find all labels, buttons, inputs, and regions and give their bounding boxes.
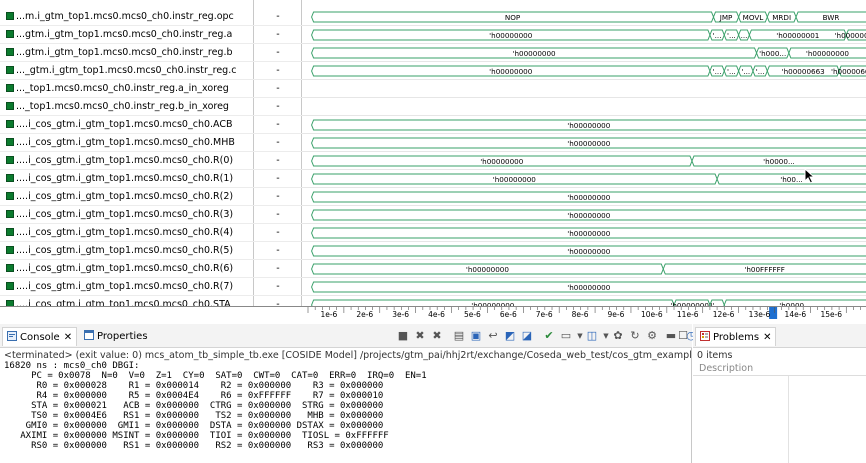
open-console-icon[interactable]: ◫ (585, 329, 599, 343)
wave-segment-label: 'h00... (780, 175, 803, 184)
wave-segment-label: '... (727, 67, 736, 76)
wave-segment-label: 'h00000000 (489, 31, 533, 40)
ruler-tick-label: 11e-6 (677, 310, 699, 319)
console-line: AXIMI = 0x000000 MSINT = 0x000000 TIOI =… (4, 431, 389, 441)
wave-segment-label: 'h00000000 (567, 139, 611, 148)
close-icon[interactable]: ✕ (64, 332, 72, 343)
wave-segment-label: 'h00FFFFFF (744, 265, 784, 274)
ruler-tick-label: 7e-6 (536, 310, 553, 319)
wave-segment-label: 'h00000000 (513, 49, 557, 58)
word-wrap-icon[interactable]: ↩ (486, 329, 500, 343)
problems-icon (700, 331, 710, 341)
tab-console-label: Console (20, 332, 60, 343)
remove-all-icon[interactable]: ✖ (430, 329, 444, 343)
console-panel: Console ✕ Properties ■ ✖ ✖ ▤ ▣ ↩ ◩ ◪ ✔ ▭ … (0, 324, 696, 463)
ruler-tick-label: 2e-6 (356, 310, 373, 319)
tab-properties[interactable]: Properties (80, 327, 152, 346)
console-line: 16820 ns : mcs0_ch0 DBGI: (4, 361, 140, 371)
wave-segment-label: 'h00000000 (567, 229, 611, 238)
wave-segment-label: 'h00000000 (567, 121, 611, 130)
ruler-tick-label: 8e-6 (572, 310, 589, 319)
console-output: 16820 ns : mcs0_ch0 DBGI: PC = 0x0078 N=… (4, 361, 692, 463)
tab-problems[interactable]: Problems ✕ (695, 327, 777, 346)
wave-segment-label: NOP (505, 13, 521, 22)
settings-icon[interactable]: ⚙ (645, 329, 659, 343)
console-line: GMI0 = 0x000000 GMI1 = 0x000000 DSTA = 0… (4, 421, 384, 431)
ruler-tick-label: 5e-6 (464, 310, 481, 319)
coside-icon[interactable]: ↻ (628, 329, 642, 343)
wave-segment-label: JMP (719, 13, 733, 22)
ruler-tick-label: 9e-6 (608, 310, 625, 319)
tab-console[interactable]: Console ✕ (2, 327, 78, 346)
wave-segment-label: '... (727, 31, 736, 40)
wave-segment-label: MOVL (743, 13, 764, 22)
wave-segment-label: 'h00000000 (480, 157, 524, 166)
wave-segment-label: 'h00000000 (567, 247, 611, 256)
wave-segment-label: 'h00000000 (489, 67, 533, 76)
column-header-description[interactable]: Description (693, 362, 866, 376)
wave-segment-label: '... (741, 67, 750, 76)
timeline-ticks: 1e-6 2e-6 3e-6 4e-6 5e-6 6e-6 7e-6 8e-6 9e-6 10e-… (307, 307, 861, 319)
waveform-viewer[interactable]: ...m.i_gtm_top1.mcs0.mcs0_ch0.instr_reg.… (0, 0, 866, 306)
console-line: R4 = 0x000000 R5 = 0x0004E4 R6 = 0xFFFFF… (4, 391, 384, 401)
tab-properties-label: Properties (97, 331, 148, 342)
mouse-pointer-icon (804, 168, 816, 184)
ruler-tick-label: 15e-6 (820, 310, 842, 319)
column-divider (788, 376, 789, 463)
wave-segment-label: 'h00000000 (493, 175, 537, 184)
wave-segment-label: 'h00000662 (831, 67, 866, 76)
remove-launch-icon[interactable]: ✖ (413, 329, 427, 343)
debug-icon[interactable]: ✿ (611, 329, 625, 343)
console-line: R0 = 0x000028 R1 = 0x000014 R2 = 0x00000… (4, 381, 384, 391)
wave-segment-label: 'h00000001 (776, 31, 819, 40)
pin-console-icon[interactable]: ✔ (542, 329, 556, 343)
wave-segment-label: '... (756, 67, 765, 76)
problems-count: 0 items (697, 350, 733, 361)
problems-panel: Problems ✕ 0 items Description (693, 324, 866, 463)
console-line: TS0 = 0x0004E6 RS1 = 0x000000 TS2 = 0x00… (4, 411, 384, 421)
wave-segment-label: 'h00000000 (567, 211, 611, 220)
show-on-stdout-icon[interactable]: ◩ (503, 329, 517, 343)
wave-segment-label: 'h0000... (763, 157, 795, 166)
wave-segment-label: 'h00000663 (782, 67, 825, 76)
wave-segment-label: ... (741, 31, 748, 40)
wave-segment-label: 'h00000000 (835, 31, 866, 40)
ruler-tick-label: 12e-6 (713, 310, 735, 319)
timeline-ruler[interactable]: 1e-6 2e-6 3e-6 4e-6 5e-6 6e-6 7e-6 8e-6 9e-6 10e-… (0, 306, 866, 319)
clear-console-icon[interactable]: ▤ (452, 329, 466, 343)
console-line: STA = 0x000021 ACB = 0x000000 CTRG = 0x0… (4, 401, 384, 411)
ruler-tick-label: 14e-6 (785, 310, 807, 319)
console-tab-bar: Console ✕ Properties ■ ✖ ✖ ▤ ▣ ↩ ◩ ◪ ✔ ▭ … (0, 324, 696, 348)
console-line: RS0 = 0x000000 RS1 = 0x000000 RS2 = 0x00… (4, 441, 384, 451)
ruler-tick-label: 1e-6 (320, 310, 337, 319)
properties-icon (84, 330, 94, 340)
wave-segment-label: 'h00000000 (466, 265, 510, 274)
wave-segment-label: 'h00000000 (806, 49, 850, 58)
ruler-tick-label: 4e-6 (428, 310, 445, 319)
ruler-tick-label: 3e-6 (392, 310, 409, 319)
display-console-icon[interactable]: ▭ (559, 329, 573, 343)
problems-table[interactable]: Description (693, 362, 866, 463)
console-line: PC = 0x0078 N=0 V=0 Z=1 CY=0 SAT=0 CWT=0… (4, 371, 427, 381)
wave-segment-label: MRDI (772, 13, 791, 22)
ruler-tick-label: 6e-6 (500, 310, 517, 319)
waveform-canvas[interactable]: NOP JMP MOVL MRDI BWR 'h00000000 '... '...... 'h… (0, 0, 866, 306)
wave-segment-label: 'h000... (759, 49, 786, 58)
problems-tab-bar: Problems ✕ (693, 324, 866, 348)
ruler-tick-label: 10e-6 (641, 310, 663, 319)
wave-segment-label: 'h00000000 (567, 193, 611, 202)
close-icon[interactable]: ✕ (763, 332, 771, 343)
ruler-tick-label: 13e-6 (749, 310, 771, 319)
scroll-lock-icon[interactable]: ▣ (469, 329, 483, 343)
wave-segment-label: '... (713, 31, 722, 40)
maximize-icon[interactable]: ☐ (676, 329, 690, 343)
wave-segment-label: BWR (823, 13, 840, 22)
tab-problems-label: Problems (713, 332, 760, 343)
terminate-icon[interactable]: ■ (396, 329, 410, 343)
wave-segment-label: '... (713, 67, 722, 76)
console-icon (7, 331, 17, 341)
wave-segment-label: 'h00000000 (567, 283, 611, 292)
show-on-stderr-icon[interactable]: ◪ (520, 329, 534, 343)
